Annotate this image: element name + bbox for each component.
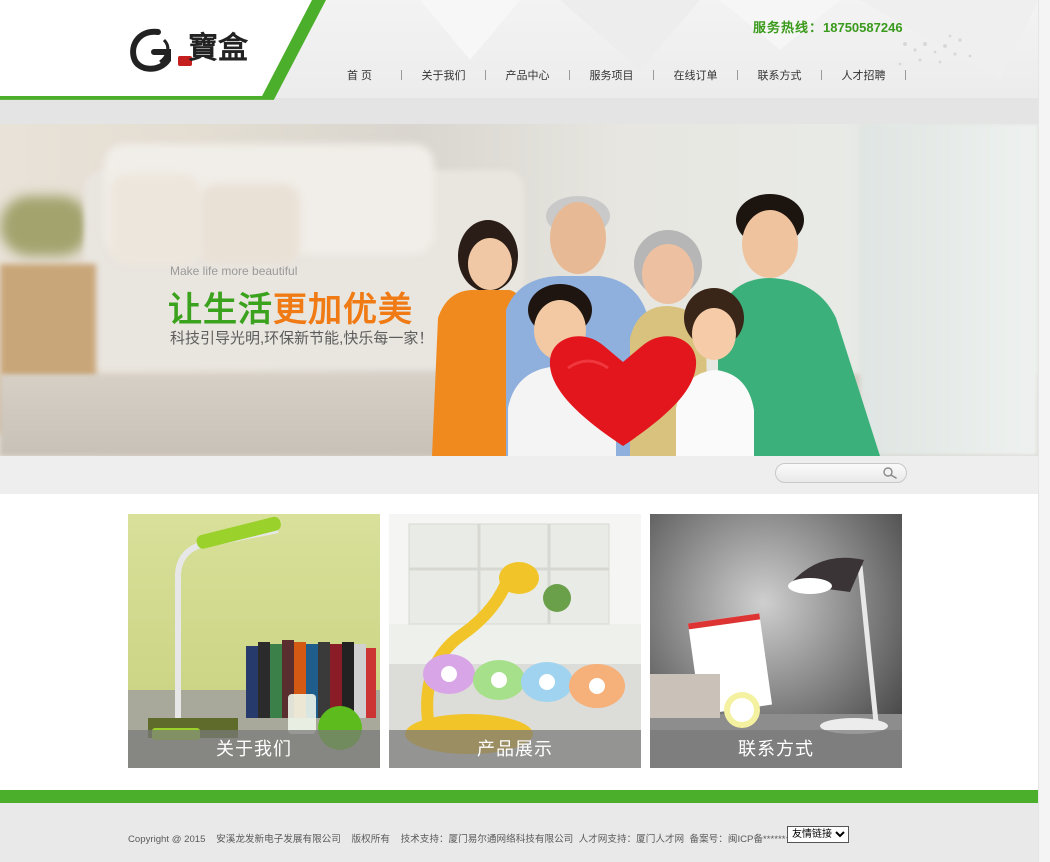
- hero-banner: Make life more beautiful 让生活更加优美 科技引导光明,…: [0, 124, 1038, 456]
- nav-jobs[interactable]: 人才招聘: [822, 67, 905, 83]
- nav-contact[interactable]: 联系方式: [738, 67, 821, 83]
- nav-services[interactable]: 服务项目: [570, 67, 653, 83]
- tile-products[interactable]: 产品展示: [389, 514, 641, 768]
- nav-home[interactable]: 首 页: [318, 67, 401, 83]
- hotline-number: 18750587246: [823, 20, 903, 35]
- banner-title-orange: 更加优美: [273, 291, 413, 329]
- company-logo[interactable]: 寶盒: [126, 18, 266, 80]
- background-pillow: [200, 184, 300, 264]
- footer-talent-support[interactable]: 人才网支持：厦门人才网: [579, 834, 685, 845]
- search-input[interactable]: [786, 466, 882, 480]
- friendly-links-select[interactable]: 友情链接: [787, 826, 849, 843]
- tile-caption: 联系方式: [650, 730, 902, 768]
- banner-title: 让生活更加优美: [168, 282, 413, 331]
- footer-tech-support[interactable]: 技术支持：厦门易尔通网络科技有限公司: [401, 834, 574, 845]
- svg-text:寶盒: 寶盒: [188, 31, 249, 66]
- banner-title-green: 让生活: [168, 291, 273, 329]
- footer-rights: 版权所有: [351, 834, 390, 845]
- footer: Copyright @ 2015 安溪龙发新电子发展有限公司 版权所有 技术支持…: [0, 803, 1038, 862]
- tile-about[interactable]: 关于我们: [128, 514, 380, 768]
- service-hotline: 服务热线：18750587246: [753, 17, 903, 36]
- nav-products[interactable]: 产品中心: [486, 67, 569, 83]
- family-photo: [432, 194, 880, 456]
- search-box: [775, 463, 907, 483]
- tile-caption: 关于我们: [128, 730, 380, 768]
- header: 寶盒 服务热线：18750587246 首 页 关于我们 产品中心 服务项目 在…: [0, 0, 1038, 124]
- footer-copyright: Copyright @ 2015: [128, 834, 206, 845]
- footer-icp: 备案号：闽ICP备******号: [689, 834, 796, 845]
- main-navigation: 首 页 关于我们 产品中心 服务项目 在线订单 联系方式 人才招聘: [318, 66, 906, 84]
- nav-divider: [905, 70, 906, 80]
- nav-order[interactable]: 在线订单: [654, 67, 737, 83]
- tile-caption: 产品展示: [389, 730, 641, 768]
- banner-english-tagline: Make life more beautiful: [170, 264, 298, 278]
- background-pillow: [110, 174, 200, 264]
- footer-info: Copyright @ 2015 安溪龙发新电子发展有限公司 版权所有 技术支持…: [128, 831, 795, 845]
- footer-company: 安溪龙发新电子发展有限公司: [216, 834, 341, 845]
- banner-subtitle: 科技引导光明,环保新节能,快乐每一家！: [170, 330, 434, 347]
- nav-about[interactable]: 关于我们: [402, 67, 485, 83]
- search-icon[interactable]: [882, 466, 898, 480]
- hotline-label: 服务热线：: [753, 20, 824, 35]
- background-plant: [0, 196, 90, 256]
- scrollbar[interactable]: [1038, 0, 1050, 862]
- tile-contact[interactable]: 联系方式: [650, 514, 902, 768]
- header-lower-band: [0, 98, 1038, 124]
- footer-green-bar: [0, 790, 1038, 803]
